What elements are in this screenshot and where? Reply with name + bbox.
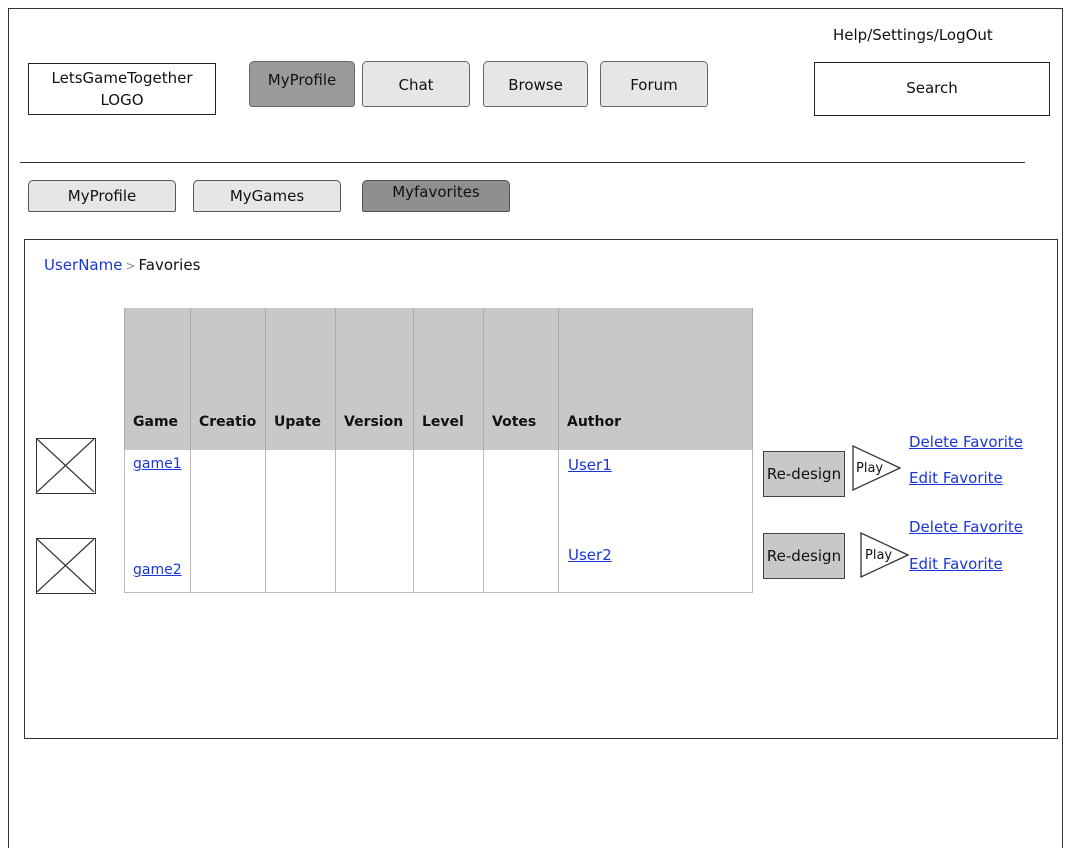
logo-placeholder: LOGO: [100, 91, 144, 109]
nav-tab-forum[interactable]: Forum: [600, 61, 708, 107]
column-header-game: Game: [124, 308, 191, 450]
cell-update: [265, 518, 336, 593]
author-link[interactable]: User2: [568, 546, 612, 564]
column-header-creation: Creatio: [190, 308, 266, 450]
play-icon: Play: [860, 531, 910, 579]
delete-favorite-link[interactable]: Delete Favorite: [909, 518, 1023, 536]
breadcrumb: UserName > Favories: [44, 256, 200, 274]
cell-creation: [190, 518, 266, 593]
nav-tab-myprofile[interactable]: MyProfile: [249, 61, 355, 107]
breadcrumb-current: Favories: [138, 256, 201, 274]
column-header-version: Version: [335, 308, 414, 450]
edit-favorite-link[interactable]: Edit Favorite: [909, 555, 1003, 573]
subtab-label: Myfavorites: [392, 183, 480, 201]
logo-title: LetsGameTogether: [51, 69, 193, 87]
subtab-myprofile[interactable]: MyProfile: [28, 180, 176, 212]
cell-level: [413, 518, 484, 593]
cell-author: User2: [558, 518, 753, 593]
column-header-update: Upate: [265, 308, 336, 450]
play-label: Play: [865, 548, 892, 563]
nav-tab-label: Browse: [508, 76, 563, 94]
game2-thumbnail: [36, 538, 96, 594]
game1-thumbnail: [36, 438, 96, 494]
nav-tab-chat[interactable]: Chat: [362, 61, 470, 107]
cell-author: User1: [558, 450, 753, 518]
subtab-label: MyProfile: [67, 187, 137, 205]
cell-creation: [190, 450, 266, 518]
table-row: game1 User1: [124, 450, 753, 518]
table-header-row: Game Creatio Upate Version Level Votes A…: [124, 308, 753, 450]
cell-update: [265, 450, 336, 518]
play-icon: Play: [852, 444, 902, 492]
delete-favorite-link[interactable]: Delete Favorite: [909, 433, 1023, 451]
search-box[interactable]: Search: [814, 62, 1050, 116]
redesign-button[interactable]: Re-design: [763, 533, 845, 579]
play-button[interactable]: Play: [860, 531, 910, 579]
column-header-author: Author: [558, 308, 753, 450]
game-link[interactable]: game2: [133, 562, 182, 578]
image-placeholder-icon: [36, 438, 95, 493]
game-link[interactable]: game1: [133, 456, 182, 472]
cell-game: game1: [124, 450, 191, 518]
site-logo[interactable]: LetsGameTogether LOGO: [28, 63, 216, 115]
image-placeholder-icon: [36, 538, 95, 593]
play-button[interactable]: Play: [852, 444, 902, 492]
cell-version: [335, 518, 414, 593]
cell-level: [413, 450, 484, 518]
nav-tab-label: Chat: [398, 76, 434, 94]
cell-game: game2: [124, 518, 191, 593]
table-row: game2 User2: [124, 518, 753, 593]
cell-votes: [483, 450, 559, 518]
nav-tab-browse[interactable]: Browse: [483, 61, 588, 107]
column-header-level: Level: [413, 308, 484, 450]
breadcrumb-user-link[interactable]: UserName: [44, 256, 122, 274]
cell-votes: [483, 518, 559, 593]
nav-tab-label: Forum: [630, 76, 678, 94]
column-header-votes: Votes: [483, 308, 559, 450]
author-link[interactable]: User1: [568, 456, 612, 474]
subtab-myfavorites[interactable]: Myfavorites: [362, 180, 510, 212]
help-settings-logout-link[interactable]: Help/Settings/LogOut: [833, 26, 993, 44]
favorites-table: Game Creatio Upate Version Level Votes A…: [124, 308, 753, 593]
edit-favorite-link[interactable]: Edit Favorite: [909, 469, 1003, 487]
play-label: Play: [856, 461, 883, 476]
breadcrumb-separator: >: [125, 259, 136, 273]
subtab-mygames[interactable]: MyGames: [193, 180, 341, 212]
header-divider: [20, 162, 1025, 163]
nav-tab-label: MyProfile: [267, 71, 337, 89]
cell-version: [335, 450, 414, 518]
subtab-label: MyGames: [229, 187, 305, 205]
redesign-button[interactable]: Re-design: [763, 451, 845, 497]
